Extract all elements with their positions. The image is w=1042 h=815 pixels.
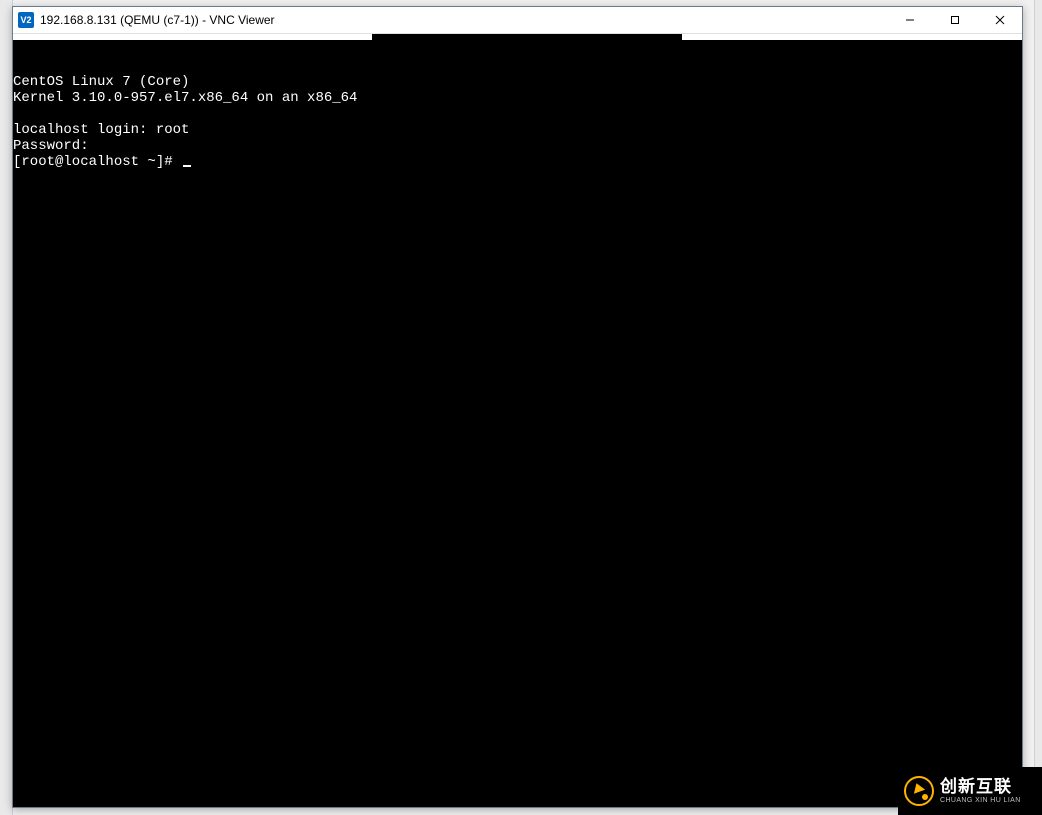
terminal-line: Password: [13,138,89,154]
vnc-viewer-window: V2 192.168.8.131 (QEMU (c7-1)) - VNC Vie… [12,6,1023,808]
terminal-cursor [183,165,191,167]
window-title: 192.168.8.131 (QEMU (c7-1)) - VNC Viewer [40,13,887,27]
maximize-button[interactable] [932,7,977,33]
minimize-icon [905,15,915,25]
terminal-line: CentOS Linux 7 (Core) [13,74,189,90]
vnc-content-area[interactable]: CentOS Linux 7 (Core) Kernel 3.10.0-957.… [13,34,1022,807]
watermark-cn: 创新互联 [940,778,1021,795]
watermark-text: 创新互联 CHUANG XIN HU LIAN [940,778,1021,804]
vnc-app-icon: V2 [18,12,34,28]
minimize-button[interactable] [887,7,932,33]
terminal-line: localhost login: root [13,122,189,138]
close-icon [995,15,1005,25]
close-button[interactable] [977,7,1022,33]
background-right-edge [1034,0,1042,815]
watermark-badge: 创新互联 CHUANG XIN HU LIAN [898,767,1042,815]
watermark-en: CHUANG XIN HU LIAN [940,797,1021,804]
terminal-line: Kernel 3.10.0-957.el7.x86_64 on an x86_6… [13,90,357,106]
terminal-prompt-line: [root@localhost ~]# [13,154,191,170]
watermark-logo-icon [904,776,934,806]
linux-terminal[interactable]: CentOS Linux 7 (Core) Kernel 3.10.0-957.… [13,40,1022,807]
terminal-prompt: [root@localhost ~]# [13,154,181,170]
window-titlebar[interactable]: V2 192.168.8.131 (QEMU (c7-1)) - VNC Vie… [13,7,1022,34]
window-control-buttons [887,7,1022,33]
maximize-icon [950,15,960,25]
